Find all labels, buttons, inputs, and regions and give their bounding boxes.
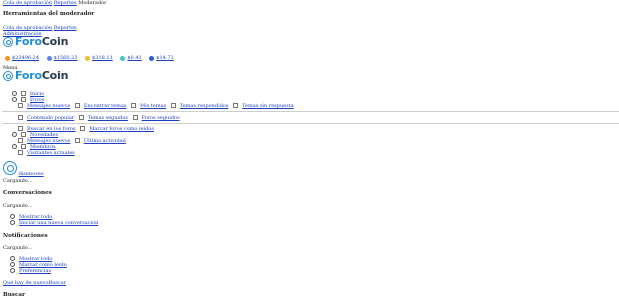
- bullet-icon: [10, 268, 15, 273]
- reports-link[interactable]: Reportes: [54, 0, 77, 6]
- mod-tools-title: Herramientas del moderador: [3, 11, 95, 17]
- forums-submenu: Mensajes nuevos Encontrar temas Mis tema…: [18, 103, 294, 109]
- preferences-link[interactable]: Preferencias: [19, 268, 51, 274]
- latest-activity-link[interactable]: Última actividad: [84, 138, 126, 144]
- popular-content-link[interactable]: Contenido popular: [27, 115, 74, 121]
- followed-threads-link[interactable]: Temas seguidos: [88, 115, 128, 121]
- search-title: Buscar: [3, 292, 25, 298]
- logo-text-foro: Foro: [15, 69, 42, 82]
- mark-read-icon: [80, 126, 86, 131]
- replied-threads-link[interactable]: Temas respondidos: [180, 103, 229, 109]
- mark-forums-read-link[interactable]: Marcar foros como leídos: [89, 126, 154, 132]
- top-bar: Cola de aprobación Reportes Moderador: [3, 0, 106, 6]
- ticker-eth-value[interactable]: $1560.23: [54, 55, 78, 61]
- new-posts-icon: [18, 103, 23, 108]
- forums-new-posts-link[interactable]: Mensajes nuevos: [27, 103, 70, 109]
- start-conversation-link[interactable]: Iniciar una nueva conversación: [19, 220, 98, 226]
- logo-text-coin: Coin: [41, 69, 69, 82]
- moderator-label: Moderador: [78, 0, 107, 6]
- nav-visitors-link[interactable]: Visitantes actuales: [27, 150, 75, 156]
- search-forums-icon: [18, 126, 23, 131]
- bullet-icon: [12, 144, 17, 149]
- ticker-link[interactable]: $14.72: [149, 55, 174, 61]
- bullet-icon: [12, 91, 17, 96]
- ticker-ada-value[interactable]: $0.41: [127, 55, 141, 61]
- approval-queue-link[interactable]: Cola de aprobación: [3, 0, 52, 6]
- bnb-icon: [85, 55, 91, 61]
- home-icon: [21, 91, 26, 96]
- find-threads-icon: [74, 103, 80, 108]
- visitors-icon: [18, 150, 23, 155]
- bullet-icon: [10, 214, 15, 219]
- latest-activity-icon: [74, 138, 80, 143]
- user-account[interactable]: disenoseo: [3, 161, 44, 177]
- footer-links: Qué hay de nuevoBuscar: [3, 280, 66, 286]
- followed-forums-icon: [132, 115, 138, 120]
- content-submenu: Contenido popular Temas seguidos Foros s…: [18, 115, 180, 121]
- ticker-eth[interactable]: $1560.23: [46, 55, 78, 61]
- btc-icon: [5, 55, 10, 61]
- forocoin-logo-icon: [3, 37, 13, 47]
- notifications-title: Notificaciones: [3, 233, 48, 239]
- unanswered-threads-icon: [233, 103, 239, 108]
- members-icon: [21, 144, 26, 149]
- bullet-icon: [10, 220, 15, 225]
- ada-icon: [120, 55, 126, 61]
- avatar[interactable]: [3, 161, 17, 175]
- bullet-icon: [10, 262, 15, 267]
- followed-forums-link[interactable]: Foros seguidos: [142, 115, 180, 121]
- find-threads-link[interactable]: Encontrar temas: [84, 103, 127, 109]
- price-tickers: $23496.24 $1560.23 $318.11 $0.41 $14.72: [5, 55, 180, 63]
- divider: [2, 123, 619, 124]
- nav-visitors[interactable]: Visitantes actuales: [18, 150, 75, 156]
- replied-threads-icon: [170, 103, 176, 108]
- site-logo-secondary[interactable]: ForoCoin: [3, 69, 74, 82]
- ticker-bnb[interactable]: $318.11: [85, 55, 113, 61]
- bullet-icon: [10, 256, 15, 261]
- conversations-loading: Cargando…: [3, 203, 33, 209]
- bullet-icon: [12, 97, 17, 102]
- news-icon: [21, 132, 26, 137]
- loading-text: Cargando…: [3, 178, 33, 184]
- bullet-icon: [12, 132, 17, 137]
- start-conversation[interactable]: Iniciar una nueva conversación: [10, 220, 98, 226]
- link-icon: [149, 55, 155, 61]
- logo-text-coin: Coin: [41, 35, 69, 48]
- ticker-bnb-value[interactable]: $318.11: [92, 55, 113, 61]
- unanswered-threads-link[interactable]: Temas sin respuesta: [242, 103, 294, 109]
- ticker-ada[interactable]: $0.41: [120, 55, 142, 61]
- followed-threads-icon: [78, 115, 84, 120]
- ticker-btc-value[interactable]: $23496.24: [12, 55, 39, 61]
- ticker-btc[interactable]: $23496.24: [5, 55, 39, 61]
- my-threads-link[interactable]: Mis temas: [140, 103, 166, 109]
- preferences[interactable]: Preferencias: [10, 268, 51, 274]
- ticker-link-value[interactable]: $14.72: [156, 55, 174, 61]
- logo-text-foro: Foro: [15, 35, 42, 48]
- new-posts-icon: [18, 138, 23, 143]
- divider: [2, 111, 619, 112]
- notifications-loading: Cargando…: [3, 245, 33, 251]
- username-link[interactable]: disenoseo: [19, 171, 44, 177]
- forums-icon: [21, 97, 26, 102]
- eth-icon: [46, 55, 52, 61]
- site-logo[interactable]: ForoCoin: [3, 35, 74, 48]
- conversations-title: Conversaciones: [3, 190, 52, 196]
- popular-content-icon: [18, 115, 23, 120]
- whats-new-link[interactable]: Qué hay de nuevo: [3, 280, 48, 286]
- search-link[interactable]: Buscar: [48, 280, 66, 286]
- my-threads-icon: [131, 103, 137, 108]
- mod-reports-link[interactable]: Reportes: [54, 25, 77, 31]
- forocoin-logo-icon: [3, 71, 13, 81]
